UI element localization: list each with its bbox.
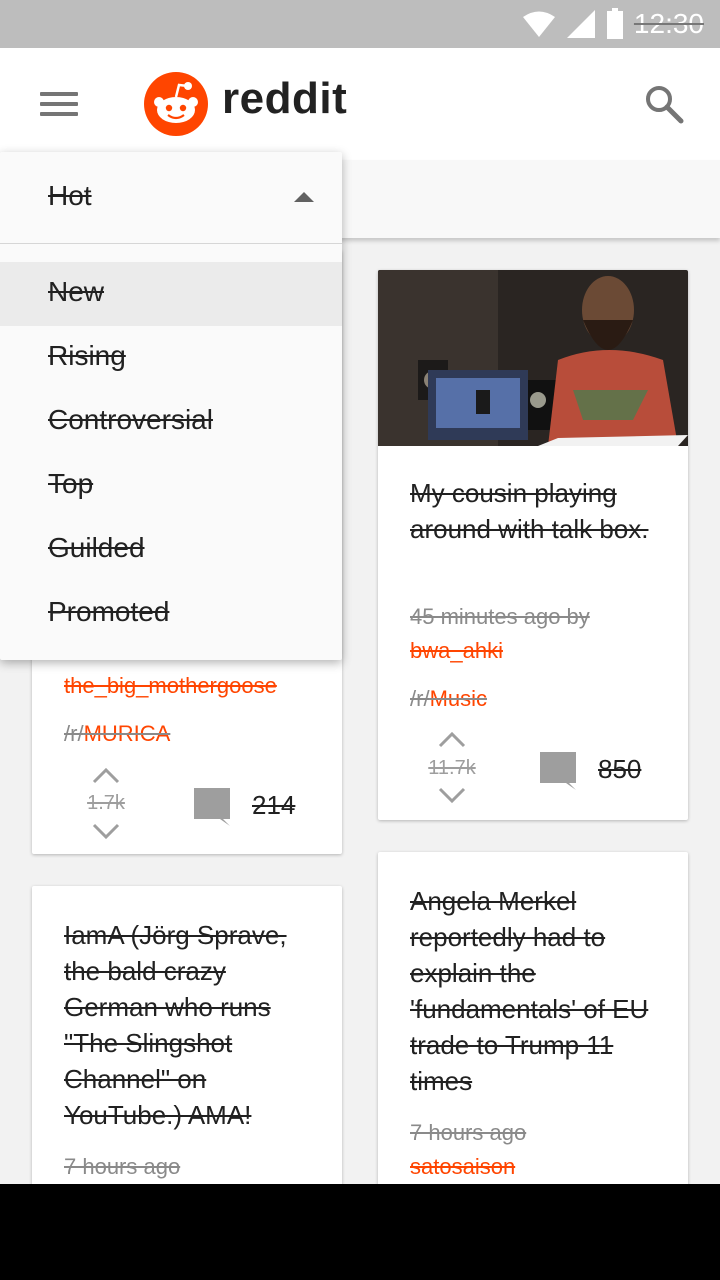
post-subreddit[interactable]: /r/Music xyxy=(410,686,487,712)
post-author[interactable]: the_big_mothergoose xyxy=(64,673,277,699)
post-time: 7 hours ago xyxy=(410,1120,527,1145)
subreddit-prefix: /r/ xyxy=(64,721,84,746)
search-icon[interactable] xyxy=(644,84,684,124)
sort-option-label: Rising xyxy=(48,340,126,371)
downvote-icon[interactable] xyxy=(91,821,121,841)
vote-count: 11.7k xyxy=(428,757,476,779)
hamburger-menu-icon[interactable] xyxy=(40,88,80,118)
post-card[interactable]: Angela Merkel reportedly had to explain … xyxy=(378,852,688,1184)
downvote-icon[interactable] xyxy=(437,785,467,805)
sort-option-label: Promoted xyxy=(48,596,170,627)
post-title[interactable]: IamA (Jörg Sprave, the bald crazy German… xyxy=(64,917,314,1133)
upvote-icon[interactable] xyxy=(437,730,467,750)
sort-option-label: Guilded xyxy=(48,532,145,563)
sort-current: Hot xyxy=(48,180,92,211)
comment-icon[interactable] xyxy=(192,786,232,826)
reddit-logo-icon xyxy=(144,72,208,136)
sort-option-guilded[interactable]: Guilded xyxy=(0,518,342,582)
post-title[interactable]: My cousin playing around with talk box. xyxy=(410,475,660,547)
caret-up-icon xyxy=(294,192,314,202)
battery-icon xyxy=(606,8,623,39)
sort-option-new[interactable]: New xyxy=(0,262,342,326)
sort-dropdown: Hot New Rising Controversial Top Guilded… xyxy=(0,152,342,660)
brand-name: reddit xyxy=(222,74,348,123)
post-card[interactable]: My cousin playing around with talk box. … xyxy=(378,270,688,820)
sort-option-label: Top xyxy=(48,468,94,499)
sort-option-controversial[interactable]: Controversial xyxy=(0,390,342,454)
comment-icon[interactable] xyxy=(538,750,578,790)
post-thumbnail[interactable] xyxy=(378,270,688,446)
status-icons: 12:30 xyxy=(522,6,704,42)
comment-count: 850 xyxy=(598,754,642,784)
sort-option-label: New xyxy=(48,276,105,307)
signal-icon xyxy=(566,10,595,38)
post-time: 7 hours ago xyxy=(64,1154,181,1179)
sort-option-top[interactable]: Top xyxy=(0,454,342,518)
comment-count: 214 xyxy=(252,790,296,820)
subreddit-name[interactable]: MURICA xyxy=(84,721,171,746)
post-time: 45 minutes ago by xyxy=(410,604,590,629)
subreddit-name[interactable]: Music xyxy=(430,686,487,711)
app-bar: reddit xyxy=(0,48,720,160)
screen: 12:30 reddit the_big_mothergoose /r/MURI… xyxy=(0,0,720,1184)
post-author[interactable]: satosaison xyxy=(410,1154,515,1180)
post-subreddit[interactable]: /r/MURICA xyxy=(64,721,170,747)
sort-option-promoted[interactable]: Promoted xyxy=(0,582,342,646)
post-title[interactable]: Angela Merkel reportedly had to explain … xyxy=(410,883,660,1099)
sort-dropdown-toggle[interactable]: Hot xyxy=(0,152,342,244)
vote-count: 1.7k xyxy=(87,792,125,814)
upvote-icon[interactable] xyxy=(91,766,121,786)
wifi-icon xyxy=(522,11,555,37)
subreddit-prefix: /r/ xyxy=(410,686,430,711)
status-time: 12:30 xyxy=(633,8,704,39)
sort-option-label: Controversial xyxy=(48,404,213,435)
status-bar: 12:30 xyxy=(0,0,720,48)
sort-option-rising[interactable]: Rising xyxy=(0,326,342,390)
post-author[interactable]: bwa_ahki xyxy=(410,638,503,664)
post-card[interactable]: IamA (Jörg Sprave, the bald crazy German… xyxy=(32,886,342,1184)
